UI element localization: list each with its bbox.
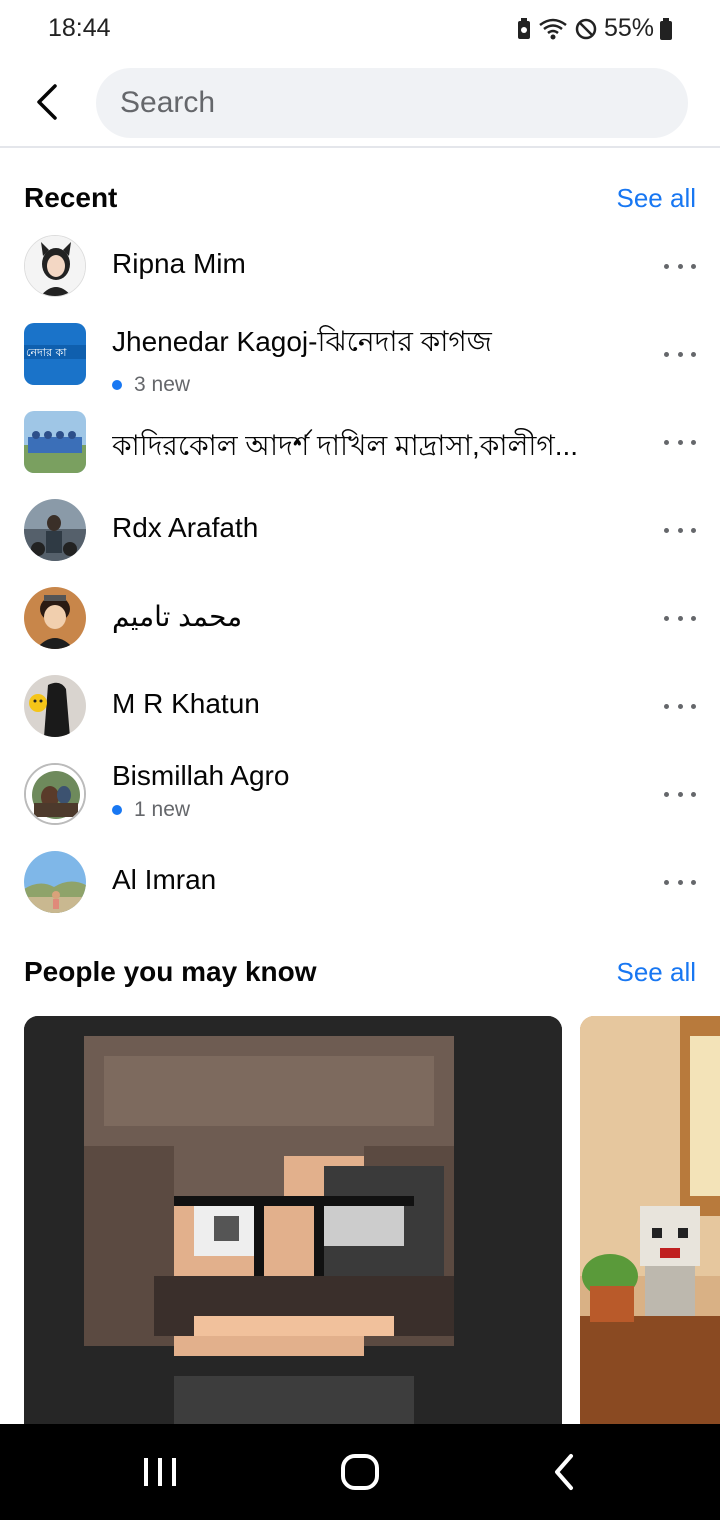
- new-count: 1 new: [112, 798, 640, 822]
- recent-item[interactable]: নেদার কা Jhenedar Kagoj-ঝিনেদার কাগজ 3 n…: [0, 310, 720, 398]
- people-see-all-link[interactable]: See all: [617, 957, 697, 988]
- battery-level: 55%: [603, 14, 654, 42]
- recent-item[interactable]: M R Khatun: [0, 662, 720, 750]
- more-options-button[interactable]: [664, 516, 696, 544]
- recent-item[interactable]: Ripna Mim: [0, 222, 720, 310]
- system-navigation-bar: [0, 1424, 720, 1520]
- do-not-disturb-icon: [574, 17, 598, 41]
- unread-dot-icon: [112, 805, 122, 815]
- person-photo: [24, 1016, 562, 1424]
- avatar: [24, 675, 86, 737]
- avatar: [24, 763, 86, 825]
- avatar: [24, 235, 86, 297]
- recent-item-text: Al Imran: [112, 864, 640, 896]
- more-options-button[interactable]: [664, 428, 696, 456]
- people-header: People you may know See all: [24, 956, 696, 988]
- svg-text:নেদার কা: নেদার কা: [26, 346, 67, 359]
- recent-item-text: কাদিরকোল আদর্শ দাখিল মাদ্রাসা,কালীগ...: [112, 424, 640, 471]
- unread-dot-icon: [112, 380, 122, 390]
- recents-icon: [144, 1458, 176, 1486]
- back-icon: [555, 1454, 573, 1490]
- more-options-button[interactable]: [664, 340, 696, 368]
- recent-item-name: Rdx Arafath: [112, 512, 259, 543]
- new-count-label: 3 new: [134, 373, 191, 396]
- back-button[interactable]: [24, 78, 72, 126]
- recent-see-all-link[interactable]: See all: [617, 183, 697, 214]
- recent-item[interactable]: Rdx Arafath: [0, 486, 720, 574]
- recent-item[interactable]: Bismillah Agro 1 new: [0, 750, 720, 838]
- people-title: People you may know: [24, 956, 317, 987]
- home-button[interactable]: [330, 1448, 390, 1496]
- battery-icon: [660, 17, 672, 40]
- more-options-button[interactable]: [664, 868, 696, 896]
- status-icons: 55%: [516, 14, 672, 43]
- more-options-button[interactable]: [664, 604, 696, 632]
- wifi-icon: [538, 17, 568, 41]
- recent-item-name: Jhenedar Kagoj-ঝিনেদার কাগজ: [112, 326, 492, 357]
- recent-item-name: Ripna Mim: [112, 248, 246, 279]
- recent-item[interactable]: Al Imran: [0, 838, 720, 926]
- status-bar: 18:44 55%: [0, 0, 720, 58]
- avatar: [24, 851, 86, 913]
- person-card[interactable]: [580, 1016, 720, 1424]
- avatar: [24, 587, 86, 649]
- avatar: [24, 499, 86, 561]
- recent-item-text: Ripna Mim: [112, 248, 640, 280]
- avatar: নেদার কা: [24, 323, 86, 385]
- more-options-button[interactable]: [664, 252, 696, 280]
- recents-button[interactable]: [130, 1448, 190, 1496]
- new-count: 3 new: [112, 373, 640, 397]
- more-options-button[interactable]: [664, 692, 696, 720]
- recent-item-name: M R Khatun: [112, 688, 260, 719]
- recent-item-text: محمد تاميم: [112, 600, 640, 633]
- recent-item-text: Bismillah Agro 1 new: [112, 760, 640, 822]
- person-card[interactable]: [24, 1016, 562, 1424]
- recent-item-name: Al Imran: [112, 864, 217, 895]
- search-header: [0, 58, 720, 148]
- recent-item-name: Bismillah Agro: [112, 760, 290, 791]
- recent-list: Ripna Mim নেদার কা Jhenedar Kagoj-ঝিনেদা…: [0, 222, 720, 926]
- recent-header: Recent See all: [24, 182, 696, 214]
- more-options-button[interactable]: [664, 780, 696, 808]
- system-back-button[interactable]: [534, 1448, 594, 1496]
- avatar: [24, 411, 86, 473]
- recent-item-text: Jhenedar Kagoj-ঝিনেদার কাগজ 3 new: [112, 320, 640, 397]
- home-icon: [341, 1454, 379, 1490]
- new-count-label: 1 new: [134, 798, 191, 821]
- status-time: 18:44: [48, 14, 111, 42]
- back-arrow-icon: [37, 84, 57, 120]
- recent-item-name: কাদিরকোল আদর্শ দাখিল মাদ্রাসা,কালীগ...: [112, 430, 579, 461]
- recent-item-name: محمد تاميم: [112, 601, 243, 632]
- person-photo: [580, 1016, 720, 1424]
- recent-item-text: M R Khatun: [112, 688, 640, 720]
- recent-item-text: Rdx Arafath: [112, 512, 640, 544]
- battery-saver-icon: [516, 17, 532, 40]
- recent-item[interactable]: محمد تاميم: [0, 574, 720, 662]
- recent-title: Recent: [24, 182, 118, 213]
- recent-item[interactable]: কাদিরকোল আদর্শ দাখিল মাদ্রাসা,কালীগ...: [0, 398, 720, 486]
- search-input[interactable]: [120, 86, 664, 120]
- people-carousel[interactable]: [24, 1016, 720, 1424]
- search-box[interactable]: [96, 68, 688, 138]
